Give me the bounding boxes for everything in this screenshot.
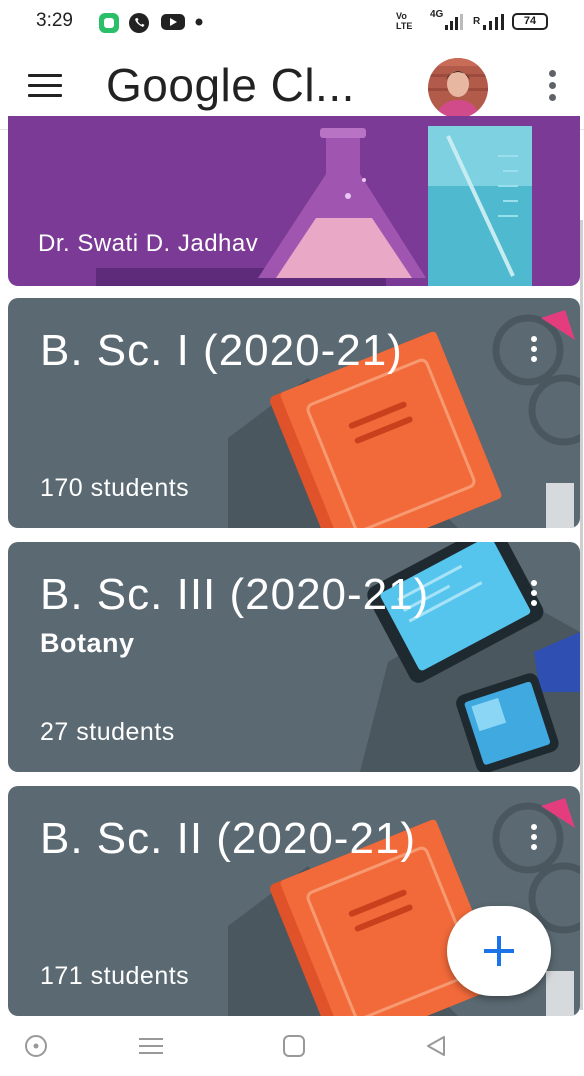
class-more-icon[interactable]: [524, 336, 544, 366]
status-bar: 3:29 Vo LTE 4G R 74: [0, 0, 584, 44]
class-title: B. Sc. I (2020-21): [40, 326, 403, 375]
system-nav-bar: [0, 1018, 584, 1076]
youtube-icon: [161, 14, 185, 30]
signal-2-icon: [483, 14, 504, 30]
scrollbar[interactable]: [580, 220, 583, 1010]
class-more-icon[interactable]: [524, 824, 544, 854]
add-class-button[interactable]: [447, 906, 551, 996]
signal-icon: [445, 14, 463, 30]
student-count: 27 students: [40, 718, 175, 746]
science-flask-illustration: [96, 126, 532, 286]
volte-label: Vo LTE: [396, 11, 413, 31]
menu-icon[interactable]: [138, 1034, 164, 1058]
app-title: Google Cl...: [106, 59, 355, 111]
class-section: Botany: [40, 628, 135, 658]
battery-icon: 74: [512, 13, 548, 30]
hamburger-menu-icon[interactable]: [28, 74, 62, 98]
network-4g-label: 4G: [430, 9, 444, 20]
recent-apps-icon[interactable]: [24, 1034, 48, 1058]
avatar[interactable]: [428, 58, 488, 118]
class-card-science[interactable]: Dr. Swati D. Jadhav: [8, 116, 580, 286]
student-count: 170 students: [40, 474, 190, 502]
class-card-bsc-1[interactable]: B. Sc. I (2020-21) 170 students: [8, 298, 580, 528]
whatsapp-icon: [129, 13, 149, 33]
back-icon[interactable]: [424, 1034, 448, 1058]
more-vert-icon[interactable]: [542, 70, 562, 104]
notification-dot-icon: [195, 18, 203, 26]
home-icon[interactable]: [282, 1034, 306, 1058]
class-title: B. Sc. III (2020-21): [40, 570, 430, 619]
roaming-label: R: [473, 16, 481, 27]
class-more-icon[interactable]: [524, 580, 544, 610]
class-card-bsc-3[interactable]: B. Sc. III (2020-21) Botany 27 students: [8, 542, 580, 772]
class-owner: Dr. Swati D. Jadhav: [38, 230, 259, 257]
messenger-icon: [99, 13, 119, 33]
class-title: B. Sc. II (2020-21): [40, 814, 417, 863]
plus-icon: [484, 936, 514, 966]
student-count: 171 students: [40, 962, 190, 990]
status-time: 3:29: [36, 10, 73, 31]
